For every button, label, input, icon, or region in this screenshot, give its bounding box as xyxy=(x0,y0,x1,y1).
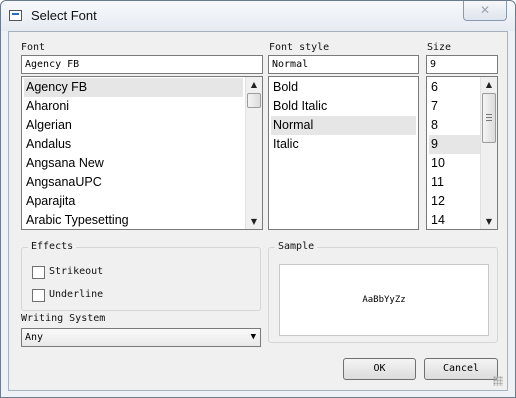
size-list[interactable]: 6 7 8 9 10 11 12 14 ▲ ▼ xyxy=(426,76,498,230)
list-item[interactable]: Bold xyxy=(271,78,298,97)
list-item[interactable]: Algerian xyxy=(24,116,72,135)
font-label: Font xyxy=(21,42,46,53)
ok-button[interactable]: OK xyxy=(343,358,416,380)
list-item[interactable]: Agency FB xyxy=(24,78,243,97)
size-label: Size xyxy=(427,42,452,53)
list-item[interactable]: Aparajita xyxy=(24,192,75,211)
sample-group: Sample AaBbYyZz xyxy=(268,241,498,343)
font-input[interactable]: Agency FB xyxy=(21,55,263,74)
scroll-up-arrow-icon[interactable]: ▲ xyxy=(481,77,497,92)
list-item[interactable]: 11 xyxy=(429,173,444,192)
resize-grip-icon[interactable] xyxy=(493,376,503,386)
effects-group: Effects Strikeout Underline xyxy=(21,241,261,311)
list-item[interactable]: 10 xyxy=(429,154,445,173)
list-item[interactable]: AngsanaUPC xyxy=(24,173,102,192)
sample-title: Sample xyxy=(275,241,318,252)
scroll-thumb[interactable] xyxy=(247,93,261,108)
strikeout-label: Strikeout xyxy=(49,266,104,277)
list-item[interactable]: Normal xyxy=(271,116,416,135)
writing-system-label: Writing System xyxy=(21,313,106,324)
grip-line xyxy=(486,120,492,121)
list-item[interactable]: 7 xyxy=(429,97,438,116)
sample-text: AaBbYyZz xyxy=(362,295,406,305)
grip-line xyxy=(486,114,492,115)
writing-system-value: Any xyxy=(25,332,44,343)
size-list-scrollbar[interactable]: ▲ ▼ xyxy=(480,77,497,229)
list-item[interactable]: 12 xyxy=(429,192,445,211)
list-item[interactable]: 9 xyxy=(429,135,480,154)
list-item[interactable]: Andalus xyxy=(24,135,71,154)
select-font-dialog: Select Font ✕ Font Font style Size Agenc… xyxy=(0,0,516,398)
writing-system-select[interactable]: Any ▼ xyxy=(21,328,261,347)
grip-line xyxy=(486,117,492,118)
dialog-client-area: Font Font style Size Agency FB Normal 9 … xyxy=(8,31,508,391)
effects-title: Effects xyxy=(28,241,77,252)
font-list[interactable]: Agency FB Aharoni Algerian Andalus Angsa… xyxy=(21,76,263,230)
list-item[interactable]: Angsana New xyxy=(24,154,104,173)
strikeout-checkbox[interactable] xyxy=(32,266,45,279)
list-item[interactable]: Aharoni xyxy=(24,97,69,116)
window-title: Select Font xyxy=(31,8,97,23)
font-list-scrollbar[interactable]: ▲ ▼ xyxy=(245,77,262,229)
font-style-list[interactable]: Bold Bold Italic Normal Italic xyxy=(268,76,419,230)
close-button[interactable]: ✕ xyxy=(463,1,507,21)
size-input[interactable]: 9 xyxy=(426,55,498,74)
title-bar: Select Font ✕ xyxy=(1,1,515,31)
scroll-thumb[interactable] xyxy=(482,93,496,143)
list-item[interactable]: 14 xyxy=(429,211,445,229)
underline-label: Underline xyxy=(49,289,104,300)
list-item[interactable]: 8 xyxy=(429,116,438,135)
cancel-button[interactable]: Cancel xyxy=(424,358,498,380)
sample-preview: AaBbYyZz xyxy=(279,264,489,336)
dropdown-arrow-icon[interactable]: ▼ xyxy=(251,329,256,346)
scroll-up-arrow-icon[interactable]: ▲ xyxy=(246,77,262,92)
font-style-input[interactable]: Normal xyxy=(268,55,419,74)
list-item[interactable]: 6 xyxy=(429,78,438,97)
scroll-down-arrow-icon[interactable]: ▼ xyxy=(481,214,497,229)
list-item[interactable]: Arabic Typesetting xyxy=(24,211,129,229)
font-style-label: Font style xyxy=(269,42,330,53)
underline-checkbox[interactable] xyxy=(32,289,45,302)
scroll-down-arrow-icon[interactable]: ▼ xyxy=(246,214,262,229)
list-item[interactable]: Bold Italic xyxy=(271,97,327,116)
window-icon xyxy=(9,10,22,21)
list-item[interactable]: Italic xyxy=(271,135,299,154)
